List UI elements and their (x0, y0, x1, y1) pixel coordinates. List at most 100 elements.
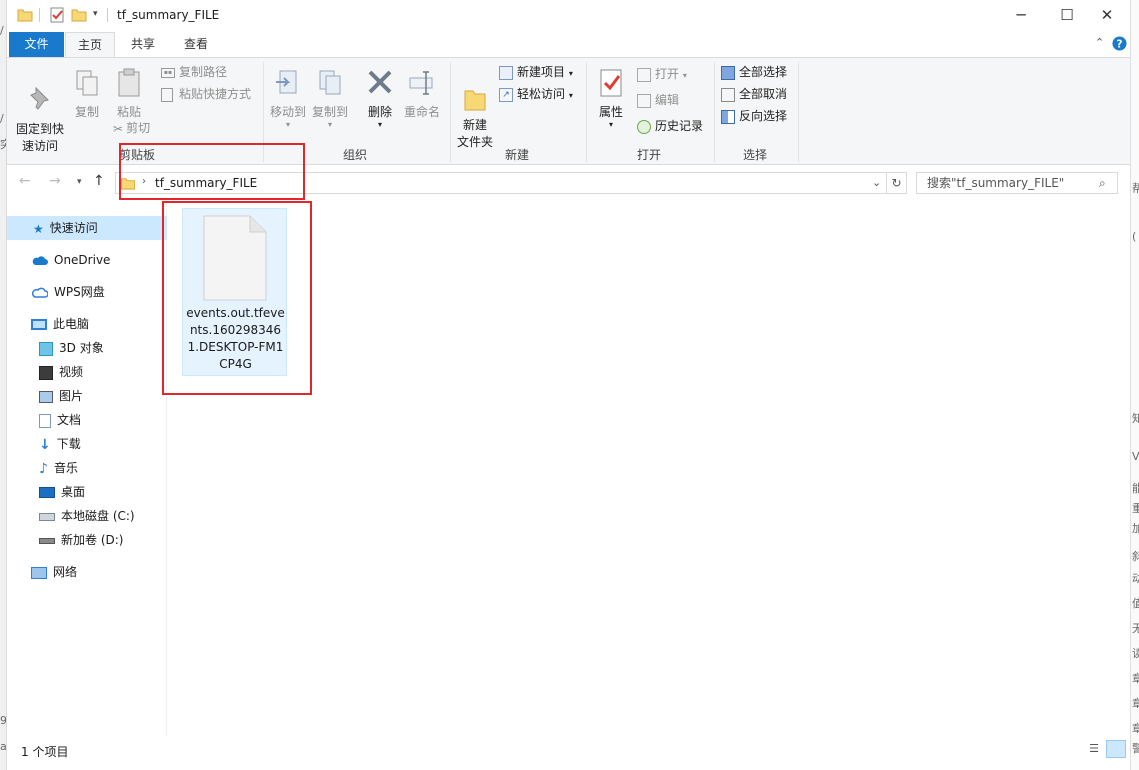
history-label: 历史记录 (655, 119, 704, 133)
properties-button[interactable]: 属性 ▾ (593, 62, 629, 129)
refresh-icon: ↻ (891, 176, 902, 190)
background-window-left: / /突9a (0, 0, 7, 770)
paste-shortcut-label: 粘贴快捷方式 (179, 87, 252, 101)
easy-access-icon: ↗ (499, 87, 513, 102)
desktop-icon (39, 487, 55, 498)
new-folder-button[interactable]: 新建 文件夹 (455, 62, 495, 151)
nav-item-onedrive[interactable]: OneDrive (7, 248, 167, 272)
easy-access-button[interactable]: ↗ 轻松访问 ▾ (499, 84, 573, 104)
open-group-label: 打开 (636, 148, 661, 162)
history-button[interactable]: 历史记录 (637, 116, 703, 136)
pin-quick-access-button[interactable]: 固定到快 速访问 (11, 62, 69, 155)
nav-item-3d-objects[interactable]: 3D 对象 (7, 336, 167, 360)
drive-icon (39, 512, 55, 521)
copy-to-icon (319, 70, 341, 95)
edit-label: 编辑 (655, 93, 680, 107)
minimize-button[interactable]: ─ (998, 0, 1044, 31)
cloud-icon (32, 256, 48, 265)
copy-button[interactable]: 复制 (69, 62, 105, 121)
pin-icon (30, 86, 49, 110)
nav-item-quick-access[interactable]: ★ 快速访问 (7, 216, 167, 240)
nav-item-drive-d[interactable]: 新加卷 (D:) (7, 528, 167, 552)
ribbon-separator (450, 62, 451, 162)
move-to-button[interactable]: 移动到 ▾ (269, 62, 307, 129)
invert-selection-label: 反向选择 (739, 109, 788, 123)
refresh-button[interactable]: ↻ (887, 172, 907, 194)
help-icon[interactable]: ? (1112, 36, 1127, 51)
nav-label: 下载 (56, 437, 81, 451)
nav-item-videos[interactable]: 视频 (7, 360, 167, 384)
paste-button[interactable]: 粘贴 (111, 62, 147, 121)
delete-icon (368, 70, 392, 94)
nav-label: 文档 (57, 413, 82, 427)
ribbon-separator (586, 62, 587, 162)
nav-item-downloads[interactable]: ↓ 下载 (7, 432, 167, 456)
paste-shortcut-button[interactable]: 粘贴快捷方式 (161, 84, 251, 104)
qat-dropdown-icon[interactable]: ▾ (93, 9, 98, 19)
nav-item-this-pc[interactable]: 此电脑 (7, 312, 167, 336)
nav-item-network[interactable]: 网络 (7, 560, 167, 584)
nav-item-documents[interactable]: 文档 (7, 408, 167, 432)
nav-label: 新加卷 (D:) (61, 533, 124, 547)
properties-label: 属性 (598, 105, 623, 119)
nav-label: 此电脑 (53, 317, 90, 331)
scissors-icon: ✂ (113, 121, 124, 136)
folder-icon (17, 9, 33, 22)
wps-cloud-icon (31, 287, 48, 298)
tab-home[interactable]: 主页 (65, 32, 115, 57)
tab-share[interactable]: 共享 (119, 32, 167, 57)
explorer-window: ▾ tf_summary_FILE ─ ☐ ✕ 文件 主页 共享 查看 ⌃ ? … (7, 0, 1130, 770)
nav-item-pictures[interactable]: 图片 (7, 384, 167, 408)
invert-selection-button[interactable]: 反向选择 (721, 106, 787, 126)
new-folder-icon (464, 90, 486, 111)
highlight-box-address (119, 143, 305, 200)
new-item-button[interactable]: 新建项目 ▾ (499, 62, 573, 82)
cut-label: 剪切 (126, 121, 151, 135)
move-to-icon (276, 70, 297, 94)
details-view-icon[interactable]: ☰ (1085, 742, 1103, 756)
nav-item-wps[interactable]: WPS网盘 (7, 280, 167, 304)
nav-item-drive-c[interactable]: 本地磁盘 (C:) (7, 504, 167, 528)
copy-path-button[interactable]: ▪▪ 复制路径 (161, 62, 227, 82)
picture-icon (39, 390, 53, 403)
ribbon-tabs: 文件 主页 共享 查看 ⌃ ? (7, 31, 1130, 57)
tab-file[interactable]: 文件 (9, 32, 64, 57)
address-dropdown-icon[interactable]: ⌄ (872, 176, 881, 189)
copy-to-label: 复制到 (311, 105, 348, 119)
tab-view[interactable]: 查看 (171, 32, 221, 57)
paste-shortcut-icon (161, 87, 173, 102)
highlight-box-file (162, 201, 312, 395)
up-arrow-icon[interactable]: ↑ (93, 173, 105, 189)
nav-item-desktop[interactable]: 桌面 (7, 480, 167, 504)
nav-item-music[interactable]: ♪ 音乐 (7, 456, 167, 480)
background-window-right: 帮(知V能重加斜动值无读章章章警 (1130, 0, 1139, 770)
search-input[interactable]: 搜索"tf_summary_FILE" ⌕ (916, 172, 1118, 194)
nav-label: OneDrive (54, 253, 111, 267)
copy-to-button[interactable]: 复制到 ▾ (311, 62, 349, 129)
nav-label: 视频 (59, 365, 84, 379)
music-note-icon: ♪ (39, 460, 48, 477)
large-icons-view-icon[interactable] (1106, 740, 1126, 758)
edit-button[interactable]: 编辑 (637, 90, 679, 110)
open-button[interactable]: 打开 ▾ (637, 64, 687, 84)
search-placeholder: 搜索"tf_summary_FILE" (927, 176, 1065, 190)
delete-button[interactable]: 删除 ▾ (361, 62, 399, 129)
new-folder-qat-icon[interactable] (71, 7, 87, 23)
new-item-label: 新建项目 (517, 65, 566, 79)
history-icon (637, 119, 651, 134)
organize-group-label: 组织 (342, 148, 367, 162)
rename-button[interactable]: 重命名 (401, 62, 443, 121)
forward-arrow-icon[interactable]: → (49, 173, 61, 189)
cut-button[interactable]: ✂ 剪切 (113, 118, 150, 138)
properties-qat-icon[interactable] (49, 7, 65, 23)
recent-locations-icon[interactable]: ▾ (77, 177, 82, 187)
select-none-button[interactable]: 全部取消 (721, 84, 787, 104)
back-arrow-icon[interactable]: ← (19, 173, 31, 189)
network-icon (31, 566, 47, 579)
paste-label: 粘贴 (116, 105, 141, 119)
select-none-icon (721, 87, 735, 102)
collapse-ribbon-icon[interactable]: ⌃ (1095, 36, 1104, 49)
close-button[interactable]: ✕ (1084, 0, 1130, 31)
copy-label: 复制 (74, 105, 99, 119)
select-all-button[interactable]: 全部选择 (721, 62, 787, 82)
